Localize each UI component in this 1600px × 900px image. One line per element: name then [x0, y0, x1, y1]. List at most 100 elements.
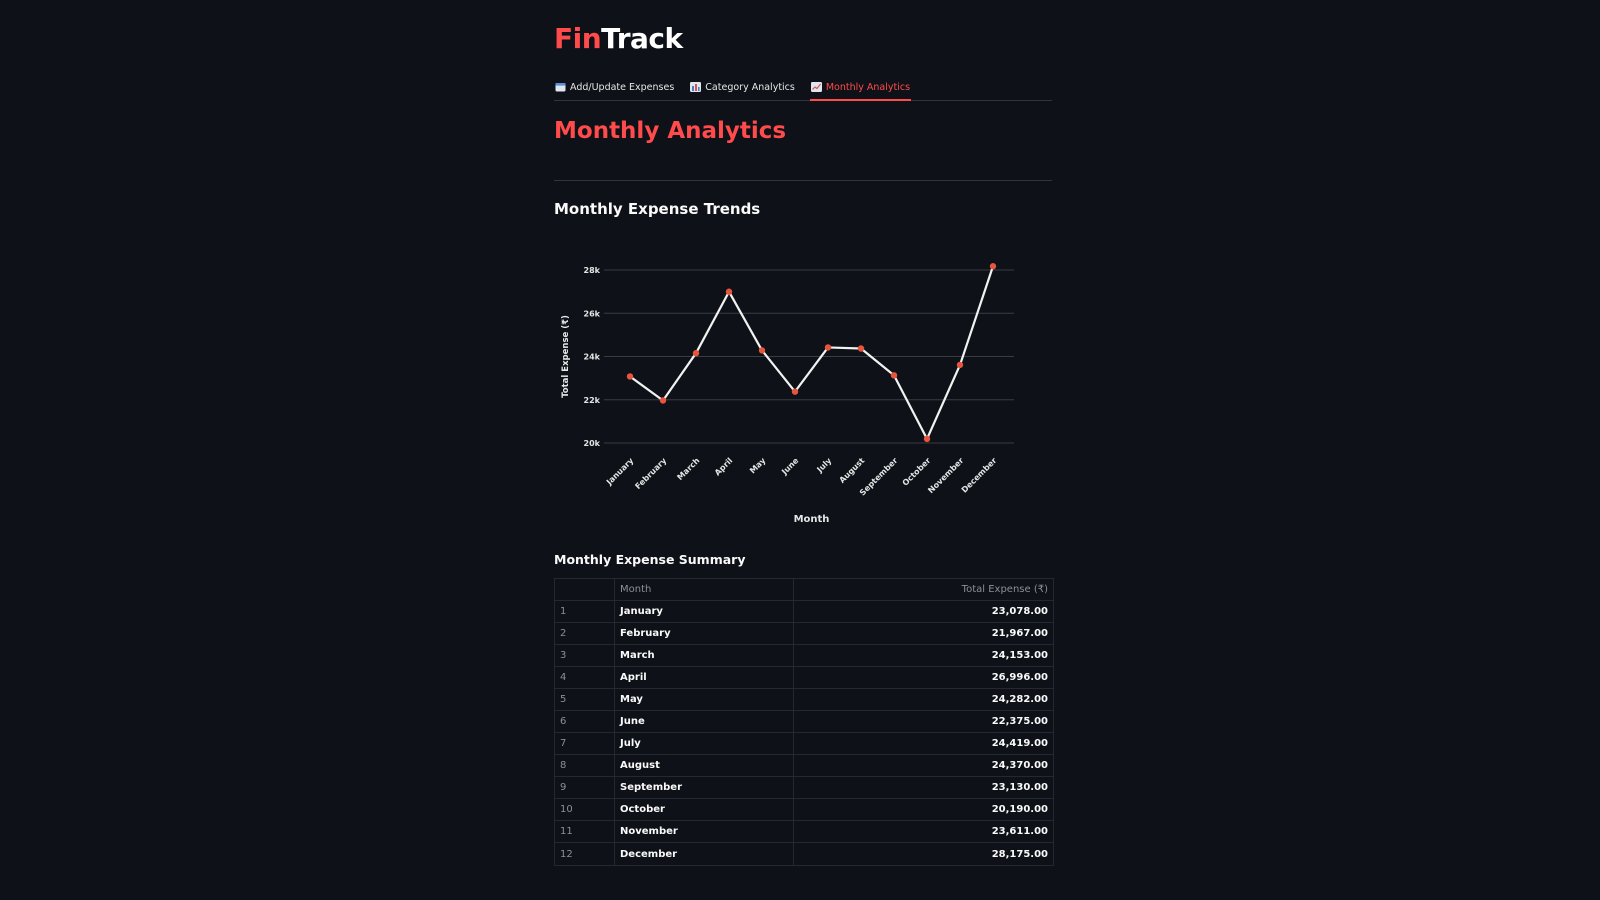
row-index[interactable]: 11 — [555, 821, 615, 842]
data-point[interactable] — [923, 435, 931, 443]
y-tick-label: 26k — [584, 309, 601, 318]
table-row: 3 March 24,153.00 — [555, 645, 1053, 667]
row-month[interactable]: February — [615, 623, 794, 644]
row-index[interactable]: 8 — [555, 755, 615, 776]
x-tick-label: June — [779, 456, 800, 477]
header-month[interactable]: Month — [615, 579, 794, 600]
x-tick-label: January — [604, 455, 636, 487]
divider — [554, 180, 1052, 181]
row-index[interactable]: 6 — [555, 711, 615, 732]
row-total-expense[interactable]: 26,996.00 — [794, 667, 1053, 688]
y-tick-label: 22k — [584, 396, 601, 405]
x-tick-label: July — [815, 456, 834, 475]
tab-bar: Add/Update Expenses Category Analytics M… — [554, 74, 1052, 101]
x-axis-label: Month — [794, 514, 830, 525]
table-row: 7 July 24,419.00 — [555, 733, 1053, 755]
row-total-expense[interactable]: 20,190.00 — [794, 799, 1053, 820]
row-index[interactable]: 3 — [555, 645, 615, 666]
tab-monthly-analytics[interactable]: Monthly Analytics — [809, 74, 912, 101]
table-row: 6 June 22,375.00 — [555, 711, 1053, 733]
row-total-expense[interactable]: 22,375.00 — [794, 711, 1053, 732]
row-month[interactable]: August — [615, 755, 794, 776]
row-index[interactable]: 5 — [555, 689, 615, 710]
data-point[interactable] — [791, 388, 799, 395]
brand-track: Track — [601, 22, 683, 55]
row-month[interactable]: June — [615, 711, 794, 732]
row-month[interactable]: October — [615, 799, 794, 820]
x-tick-label: May — [748, 455, 768, 475]
row-total-expense[interactable]: 23,611.00 — [794, 821, 1053, 842]
bar-chart-icon — [690, 82, 702, 92]
table-row: 9 September 23,130.00 — [555, 777, 1053, 799]
chart-svg: 20k 22k 24k 26k 28k JanuaryFebruary March Apri… — [561, 263, 1014, 525]
row-total-expense[interactable]: 24,153.00 — [794, 645, 1053, 666]
x-tick-label: October — [901, 456, 933, 488]
row-month[interactable]: September — [615, 777, 794, 798]
line-chart-icon — [810, 82, 822, 92]
data-point[interactable] — [890, 372, 898, 379]
monthly-expense-line-chart: 20k 22k 24k 26k 28k January February March Apri… — [554, 250, 1052, 530]
row-index[interactable]: 4 — [555, 667, 615, 688]
table-row: 11 November 23,611.00 — [555, 821, 1053, 843]
data-point[interactable] — [692, 349, 700, 357]
x-tick-label: December — [960, 456, 999, 495]
row-index[interactable]: 1 — [555, 601, 615, 622]
series-line — [629, 265, 995, 440]
row-index[interactable]: 10 — [555, 799, 615, 820]
row-total-expense[interactable]: 21,967.00 — [794, 623, 1053, 644]
row-month[interactable]: May — [615, 689, 794, 710]
data-point[interactable] — [989, 263, 997, 270]
data-point[interactable] — [659, 397, 667, 404]
x-tick-label: March — [675, 456, 701, 482]
y-tick-label: 20k — [584, 439, 601, 448]
row-month[interactable]: March — [615, 645, 794, 666]
table-header-row: Month Total Expense (₹) — [555, 579, 1053, 601]
table-row: 2 February 21,967.00 — [555, 623, 1053, 645]
row-month[interactable]: April — [615, 667, 794, 688]
table-section-title: Monthly Expense Summary — [554, 552, 746, 567]
row-total-expense[interactable]: 23,078.00 — [794, 601, 1053, 622]
data-point[interactable] — [758, 347, 766, 354]
header-total-expense[interactable]: Total Expense (₹) — [794, 579, 1053, 600]
row-total-expense[interactable]: 24,370.00 — [794, 755, 1053, 776]
data-point[interactable] — [725, 288, 733, 295]
data-point[interactable] — [626, 373, 634, 380]
summary-table: Month Total Expense (₹) 1 January 23,078.0… — [554, 578, 1054, 866]
y-tick-label: 28k — [584, 266, 601, 275]
table-row: 10 October 20,190.00 — [555, 799, 1053, 821]
header-index[interactable] — [555, 579, 615, 600]
x-tick-label: April — [713, 456, 735, 478]
row-month[interactable]: January — [615, 601, 794, 622]
y-axis-label: Total Expense (₹) — [561, 315, 571, 398]
table-row: 1 January 23,078.00 — [555, 601, 1053, 623]
table-row: 12 December 28,175.00 — [555, 843, 1053, 865]
row-month[interactable]: December — [615, 843, 794, 865]
row-month[interactable]: November — [615, 821, 794, 842]
row-index[interactable]: 7 — [555, 733, 615, 754]
tab-category-analytics[interactable]: Category Analytics — [689, 74, 796, 100]
tab-add-update-expenses[interactable]: Add/Update Expenses — [554, 74, 675, 100]
row-index[interactable]: 12 — [555, 843, 615, 865]
row-index[interactable]: 2 — [555, 623, 615, 644]
tab-label: Category Analytics — [705, 81, 795, 93]
row-month[interactable]: July — [615, 733, 794, 754]
tab-label: Monthly Analytics — [825, 81, 911, 93]
page-title: Monthly Analytics — [554, 118, 787, 144]
chart-section-title: Monthly Expense Trends — [554, 200, 761, 218]
tab-label: Add/Update Expenses — [570, 81, 675, 93]
row-total-expense[interactable]: 28,175.00 — [794, 843, 1053, 865]
data-point[interactable] — [857, 345, 865, 352]
row-total-expense[interactable]: 24,282.00 — [794, 689, 1053, 710]
row-index[interactable]: 9 — [555, 777, 615, 798]
calendar-icon — [555, 82, 566, 92]
data-point[interactable] — [824, 344, 832, 351]
row-total-expense[interactable]: 23,130.00 — [794, 777, 1053, 798]
y-tick-label: 24k — [584, 353, 601, 362]
brand-fin: Fin — [554, 22, 602, 55]
table-row: 5 May 24,282.00 — [555, 689, 1053, 711]
row-total-expense[interactable]: 24,419.00 — [794, 733, 1053, 754]
x-tick-label: August — [837, 456, 866, 485]
table-row: 4 April 26,996.00 — [555, 667, 1053, 689]
data-point[interactable] — [956, 361, 964, 369]
x-tick-label: February — [633, 456, 669, 492]
